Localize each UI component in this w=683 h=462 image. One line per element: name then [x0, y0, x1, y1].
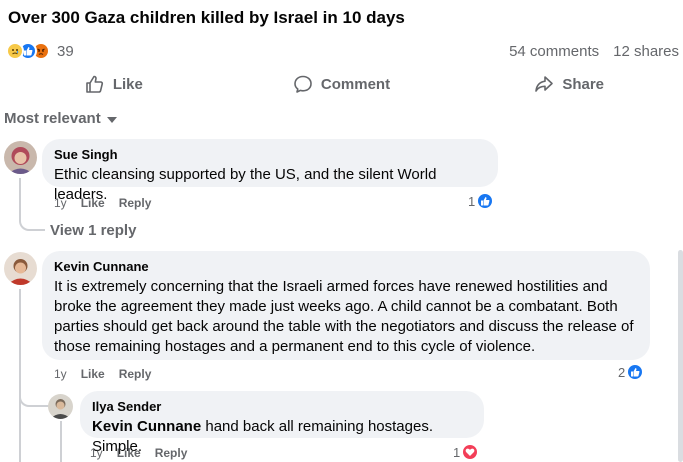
comment-button-label: Comment [320, 75, 391, 93]
like-button[interactable]: Like [0, 70, 228, 98]
comment-reply-button[interactable]: Reply [119, 367, 152, 381]
avatar[interactable] [4, 141, 37, 174]
reply-bubble: Ilya Sender Kevin Cunnane hand back all … [80, 391, 484, 455]
reaction-summary[interactable]: 39 [6, 42, 74, 60]
comments-count-link[interactable]: 54 comments [509, 43, 599, 60]
post-action-bar: Like Comment Share [0, 70, 683, 98]
reply-timestamp[interactable]: 1y [90, 446, 103, 460]
reaction-count: 39 [57, 42, 74, 60]
reply-reaction-count[interactable]: 1 [453, 443, 480, 461]
thumbs-up-icon [86, 75, 103, 93]
sort-label: Most relevant [4, 110, 101, 127]
comment-bubble: Sue Singh Ethic cleansing supported by t… [42, 139, 498, 203]
comment-reaction-count[interactable]: 1 [468, 192, 495, 210]
comment-like-button[interactable]: Like [81, 196, 105, 210]
comment-button[interactable]: Comment [228, 70, 456, 98]
comment-reaction-count[interactable]: 2 [618, 363, 645, 381]
post-title[interactable]: Over 300 Gaza children killed by Israel … [8, 8, 405, 28]
reply-meta: 1y Like Reply [90, 446, 187, 460]
like-reaction-icon [476, 192, 495, 210]
heart-reaction-icon [461, 443, 480, 461]
scrollbar[interactable] [678, 250, 683, 462]
thread-connector [19, 289, 21, 462]
reply-reaction-number: 1 [453, 444, 461, 460]
comment-reaction-number: 2 [618, 364, 626, 380]
caret-down-icon [106, 116, 117, 123]
like-reaction-icon [626, 363, 645, 381]
comment-timestamp[interactable]: 1y [54, 196, 67, 210]
avatar[interactable] [48, 394, 73, 419]
share-button-label: Share [562, 75, 605, 93]
thread-connector [19, 380, 49, 407]
like-button-label: Like [112, 75, 143, 93]
comment-sort-dropdown[interactable]: Most relevant [4, 110, 117, 127]
reply-reply-button[interactable]: Reply [155, 446, 188, 460]
comment-meta: 1y Like Reply [54, 196, 151, 210]
share-button[interactable]: Share [455, 70, 683, 98]
share-arrow-icon [535, 76, 554, 92]
comment-text: It is extremely concerning that the Isra… [54, 278, 634, 355]
comment-like-button[interactable]: Like [81, 367, 105, 381]
post-stats: 39 54 comments 12 shares [0, 40, 683, 64]
comment-meta: 1y Like Reply [54, 367, 151, 381]
reply-author[interactable]: Ilya Sender [92, 399, 472, 414]
shares-count-link[interactable]: 12 shares [613, 43, 679, 60]
comment-reply-button[interactable]: Reply [119, 196, 152, 210]
comment-author[interactable]: Sue Singh [54, 147, 486, 162]
mention-link[interactable]: Kevin Cunnane [92, 418, 201, 435]
comment-bubble-icon [294, 75, 312, 93]
thread-connector [19, 178, 45, 231]
comment-bubble: Kevin Cunnane It is extremely concerning… [42, 251, 650, 360]
comment-author[interactable]: Kevin Cunnane [54, 259, 638, 274]
comment-timestamp[interactable]: 1y [54, 367, 67, 381]
comment-reaction-number: 1 [468, 193, 476, 209]
view-replies-link[interactable]: View 1 reply [50, 222, 136, 239]
avatar[interactable] [4, 252, 37, 285]
thread-connector [60, 421, 62, 462]
reply-like-button[interactable]: Like [117, 446, 141, 460]
sad-reaction-icon [6, 42, 24, 60]
